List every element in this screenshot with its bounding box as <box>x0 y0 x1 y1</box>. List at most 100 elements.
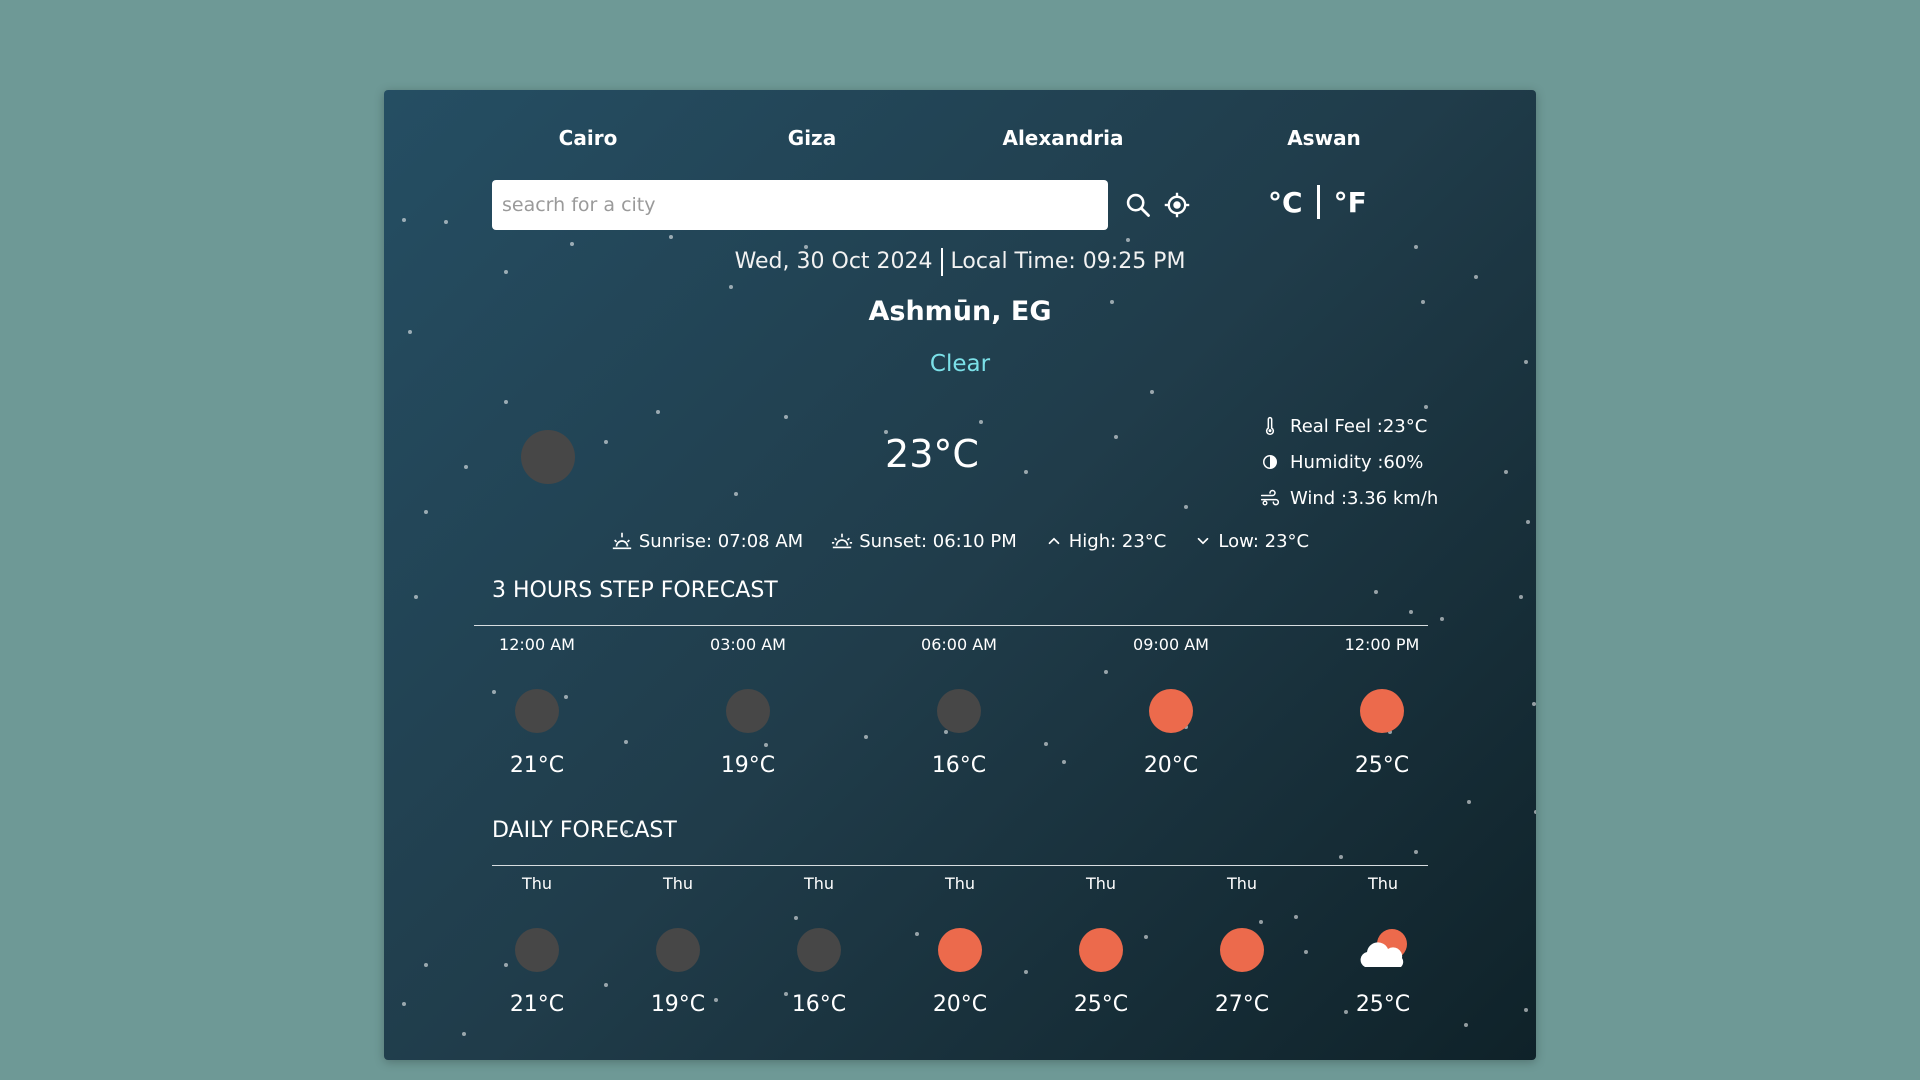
moon-night-icon <box>797 928 841 972</box>
sun-icon <box>938 928 982 972</box>
forecast-item: Thu 27°C <box>1182 872 1302 1017</box>
forecast-temp: 25°C <box>1355 992 1411 1017</box>
date-divider <box>940 248 943 276</box>
forecast-temp: 21°C <box>509 992 565 1017</box>
forecast-item: Thu 16°C <box>759 872 879 1017</box>
forecast-icon-wrap <box>1111 683 1231 739</box>
forecast-item: 03:00 AM 19°C <box>688 633 808 778</box>
forecast-icon-wrap <box>759 922 879 978</box>
sun-icon <box>1360 689 1404 733</box>
forecast-item: 12:00 AM 21°C <box>477 633 597 778</box>
forecast-temp: 16°C <box>931 753 987 778</box>
search-input[interactable] <box>492 180 1108 230</box>
chevron-down-icon <box>1198 537 1209 545</box>
moon-night-icon <box>515 689 559 733</box>
cloud-sun-icon <box>1353 925 1413 975</box>
forecast-icon-wrap <box>477 683 597 739</box>
forecast-label: Thu <box>521 874 553 893</box>
low-item: Low: 23°C <box>1194 530 1309 552</box>
forecast-icon-wrap <box>899 683 1019 739</box>
wind-row: Wind :3.36 km/h <box>1260 480 1438 516</box>
wind-icon <box>1260 489 1280 506</box>
sunrise-text: Sunrise: 07:08 AM <box>638 530 804 552</box>
forecast-icon-wrap <box>1323 922 1443 978</box>
forecast-icon-wrap <box>618 922 738 978</box>
high-text: High: 23°C <box>1068 530 1167 552</box>
forecast-item: Thu 19°C <box>618 872 738 1017</box>
search-icon[interactable] <box>1124 191 1152 219</box>
sun-icon <box>1220 928 1264 972</box>
sun-icon <box>1149 689 1193 733</box>
city-link-alexandria[interactable]: Alexandria <box>1002 126 1123 150</box>
forecast-temp: 20°C <box>932 992 988 1017</box>
forecast-icon-wrap <box>900 922 1020 978</box>
unit-divider <box>1316 185 1320 219</box>
forecast-label: Thu <box>1085 874 1117 893</box>
real-feel-row: Real Feel :23°C <box>1260 408 1438 444</box>
forecast-label: 12:00 AM <box>499 635 575 654</box>
forecast-item: 12:00 PM 25°C <box>1322 633 1442 778</box>
forecast-label: Thu <box>803 874 835 893</box>
unit-toggle: °C °F <box>1268 185 1367 219</box>
forecast-item: 09:00 AM 20°C <box>1111 633 1231 778</box>
location-icon[interactable] <box>1163 191 1191 219</box>
forecast-temp: 19°C <box>650 992 706 1017</box>
sunset-icon <box>832 533 853 549</box>
forecast-label: Thu <box>1367 874 1399 893</box>
daily-divider <box>492 865 1428 866</box>
hourly-divider <box>474 625 1428 626</box>
moon-night-icon <box>726 689 770 733</box>
forecast-temp: 19°C <box>720 753 776 778</box>
sunrise-icon <box>612 532 632 550</box>
chevron-up-icon <box>1048 537 1060 545</box>
humidity-icon <box>1263 455 1277 469</box>
low-text: Low: 23°C <box>1218 530 1310 552</box>
humidity-text: Humidity :60% <box>1290 451 1424 473</box>
weather-condition: Clear <box>929 351 991 377</box>
forecast-temp: 25°C <box>1073 992 1129 1017</box>
daily-forecast-title: DAILY FORECAST <box>492 818 677 843</box>
city-link-aswan[interactable]: Aswan <box>1287 126 1361 150</box>
forecast-temp: 21°C <box>509 753 565 778</box>
forecast-item: Thu 20°C <box>900 872 1020 1017</box>
real-feel-text: Real Feel :23°C <box>1290 415 1428 437</box>
celsius-button[interactable]: °C <box>1268 186 1303 219</box>
forecast-label: Thu <box>944 874 976 893</box>
forecast-temp: 16°C <box>791 992 847 1017</box>
forecast-icon-wrap <box>1182 922 1302 978</box>
forecast-item: Thu 25°C <box>1323 872 1443 1017</box>
thermometer-icon <box>1265 416 1275 436</box>
sunset-item: Sunset: 06:10 PM <box>831 530 1017 552</box>
forecast-icon-wrap <box>1322 683 1442 739</box>
fahrenheit-button[interactable]: °F <box>1334 186 1367 219</box>
high-item: High: 23°C <box>1045 530 1167 552</box>
forecast-label: 12:00 PM <box>1344 635 1420 654</box>
forecast-temp: 27°C <box>1214 992 1270 1017</box>
forecast-item: Thu 25°C <box>1041 872 1161 1017</box>
forecast-label: Thu <box>662 874 694 893</box>
weather-details: Real Feel :23°C Humidity :60% Wind :3.36… <box>1260 408 1438 516</box>
moon-night-icon <box>515 928 559 972</box>
sunrise-item: Sunrise: 07:08 AM <box>611 530 803 552</box>
forecast-icon-wrap <box>1041 922 1161 978</box>
location-title: Ashmūn, EG <box>868 296 1052 327</box>
current-date: Wed, 30 Oct 2024 <box>734 249 933 274</box>
city-link-giza[interactable]: Giza <box>788 126 836 150</box>
weather-card: Cairo Giza Alexandria Aswan °C °F Wed, 3… <box>384 90 1536 1060</box>
forecast-label: 03:00 AM <box>710 635 786 654</box>
city-link-cairo[interactable]: Cairo <box>559 126 618 150</box>
sun-icon <box>1079 928 1123 972</box>
moon-night-icon <box>937 689 981 733</box>
sunset-text: Sunset: 06:10 PM <box>859 530 1017 552</box>
forecast-item: 06:00 AM 16°C <box>899 633 1019 778</box>
moon-night-icon <box>656 928 700 972</box>
forecast-label: 09:00 AM <box>1133 635 1209 654</box>
forecast-temp: 20°C <box>1143 753 1199 778</box>
hourly-forecast-title: 3 HOURS STEP FORECAST <box>492 578 778 603</box>
forecast-label: Thu <box>1226 874 1258 893</box>
wind-text: Wind :3.36 km/h <box>1290 487 1439 509</box>
forecast-icon-wrap <box>688 683 808 739</box>
forecast-icon-wrap <box>477 922 597 978</box>
sun-info-row: Sunrise: 07:08 AM Sunset: 06:10 PM High:… <box>384 530 1536 552</box>
forecast-item: Thu 21°C <box>477 872 597 1017</box>
